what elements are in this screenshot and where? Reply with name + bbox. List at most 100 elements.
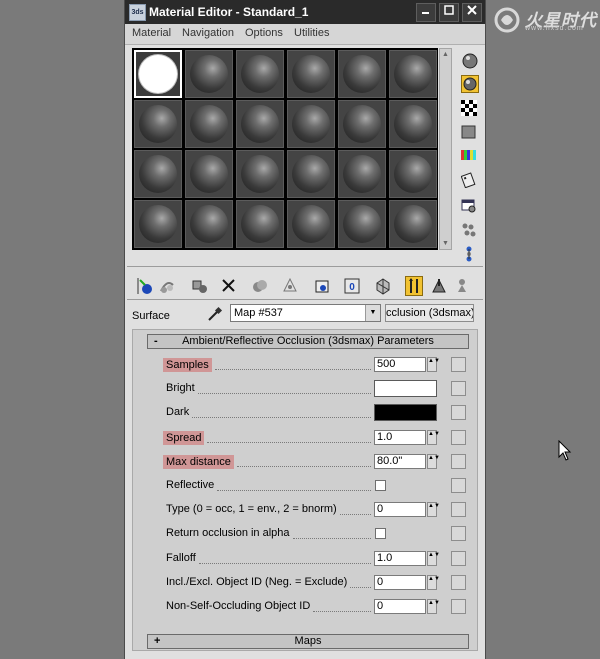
sample-slot[interactable] (389, 50, 437, 98)
put-to-scene-icon[interactable] (158, 276, 176, 296)
non-self-occluding-object-id-map-button[interactable] (451, 599, 466, 614)
menu-material[interactable]: Material (132, 27, 171, 39)
leader-dots (340, 503, 371, 515)
sample-slot[interactable] (338, 200, 386, 248)
sample-slot[interactable] (185, 150, 233, 198)
options-icon[interactable] (461, 198, 479, 216)
maps-rollout-title: Maps (294, 635, 322, 647)
sample-slot[interactable] (185, 200, 233, 248)
sample-slot[interactable] (185, 50, 233, 98)
non-self-occluding-object-id-field[interactable]: 0 (374, 599, 426, 614)
falloff-map-button[interactable] (451, 551, 466, 566)
return-occlusion-in-alpha-map-button[interactable] (451, 526, 466, 541)
menu-utilities[interactable]: Utilities (294, 27, 329, 39)
sample-slot[interactable] (338, 50, 386, 98)
pick-material-from-object-icon[interactable] (207, 306, 223, 322)
maximize-icon (444, 5, 454, 15)
sample-slot[interactable] (389, 100, 437, 148)
incl-excl-object-id-neg-exclude-spinner-icon[interactable]: ▲▼ (427, 575, 440, 590)
map-type-button[interactable]: cclusion (3dsmax) (385, 304, 474, 322)
sample-slot[interactable] (287, 100, 335, 148)
sample-slot[interactable] (185, 100, 233, 148)
leader-dots (350, 576, 371, 588)
bright-label: Bright (166, 382, 195, 394)
type-0-occ-1-env-2-bnorm-spinner-icon[interactable]: ▲▼ (427, 502, 440, 517)
return-occlusion-in-alpha-checkbox[interactable] (375, 528, 386, 539)
sample-slot[interactable] (287, 150, 335, 198)
leader-dots (217, 479, 371, 491)
max-distance-field[interactable]: 80.0" (374, 454, 426, 469)
maps-rollout-header[interactable]: + Maps (147, 634, 469, 649)
sample-slot[interactable] (338, 150, 386, 198)
put-to-library-icon[interactable] (313, 276, 331, 296)
watermark-subtext: www.hxsd.com (525, 25, 584, 32)
spread-map-button[interactable] (451, 430, 466, 445)
non-self-occluding-object-id-spinner-icon[interactable]: ▲▼ (427, 599, 440, 614)
sample-uv-tiling-icon[interactable] (461, 124, 479, 142)
sample-slot[interactable] (338, 100, 386, 148)
sample-slot[interactable] (134, 200, 182, 248)
material-map-navigator-icon[interactable] (461, 246, 479, 264)
max-distance-map-button[interactable] (451, 454, 466, 469)
incl-excl-object-id-neg-exclude-field[interactable]: 0 (374, 575, 426, 590)
sample-slot[interactable] (236, 200, 284, 248)
show-end-result-icon[interactable] (405, 276, 423, 296)
map-name-field[interactable]: Map #537 ▼ (230, 304, 381, 322)
maximize-button[interactable] (439, 3, 459, 22)
material-preview-sphere (241, 105, 279, 143)
sample-slot[interactable] (134, 100, 182, 148)
dark-map-button[interactable] (451, 405, 466, 420)
material-id-channel-icon[interactable]: 0 (343, 276, 361, 296)
sample-slot[interactable] (236, 150, 284, 198)
sample-slot[interactable] (389, 150, 437, 198)
sample-slot[interactable] (134, 150, 182, 198)
dark-color-swatch[interactable] (374, 404, 437, 421)
sample-slot[interactable] (287, 200, 335, 248)
toolbar-divider (127, 266, 483, 267)
max-distance-spinner-icon[interactable]: ▲▼ (427, 454, 440, 469)
incl-excl-object-id-neg-exclude-map-button[interactable] (451, 575, 466, 590)
samples-field[interactable]: 500 (374, 357, 426, 372)
show-map-in-viewport-icon[interactable] (374, 276, 392, 296)
sample-slot[interactable] (287, 50, 335, 98)
samples-map-button[interactable] (451, 357, 466, 372)
sample-slot[interactable] (236, 50, 284, 98)
samples-spinner-icon[interactable]: ▲▼ (427, 357, 440, 372)
backlight-icon[interactable] (461, 75, 479, 93)
minimize-button[interactable] (416, 3, 436, 22)
go-forward-sibling-icon[interactable] (454, 276, 472, 296)
sample-slot-scrollbar[interactable]: ▲ ▼ (439, 48, 452, 250)
menu-navigation[interactable]: Navigation (182, 27, 234, 39)
falloff-field[interactable]: 1.0 (374, 551, 426, 566)
type-0-occ-1-env-2-bnorm-field[interactable]: 0 (374, 502, 426, 517)
falloff-spinner-icon[interactable]: ▲▼ (427, 551, 440, 566)
sample-slot[interactable] (134, 50, 182, 98)
occlusion-parameters-rollout-header[interactable]: - Ambient/Reflective Occlusion (3dsmax) … (147, 334, 469, 349)
bright-color-swatch[interactable] (374, 380, 437, 397)
bright-map-button[interactable] (451, 381, 466, 396)
sample-type-sphere-icon[interactable] (461, 52, 479, 70)
checker-background-icon[interactable] (461, 100, 479, 118)
select-by-material-icon[interactable] (461, 222, 479, 240)
make-unique-icon[interactable] (281, 276, 299, 296)
type-0-occ-1-env-2-bnorm-map-button[interactable] (451, 502, 466, 517)
go-to-parent-icon[interactable] (430, 276, 448, 296)
spread-field[interactable]: 1.0 (374, 430, 426, 445)
chevron-down-icon[interactable]: ▼ (365, 305, 380, 321)
menu-options[interactable]: Options (245, 27, 283, 39)
reflective-checkbox[interactable] (375, 480, 386, 491)
scroll-up-icon[interactable]: ▲ (441, 50, 450, 59)
reflective-map-button[interactable] (451, 478, 466, 493)
assign-to-selection-icon[interactable] (191, 276, 209, 296)
spread-spinner-icon[interactable]: ▲▼ (427, 430, 440, 445)
sample-slot[interactable] (236, 100, 284, 148)
close-button[interactable] (462, 3, 482, 22)
make-copy-icon[interactable] (251, 276, 269, 296)
get-material-icon[interactable] (136, 276, 154, 296)
video-color-check-icon[interactable] (461, 148, 479, 166)
scroll-down-icon[interactable]: ▼ (441, 239, 450, 248)
make-preview-icon[interactable] (460, 172, 479, 190)
sample-slot[interactable] (389, 200, 437, 248)
reset-map-icon[interactable] (220, 276, 238, 296)
falloff-label: Falloff (166, 552, 196, 564)
